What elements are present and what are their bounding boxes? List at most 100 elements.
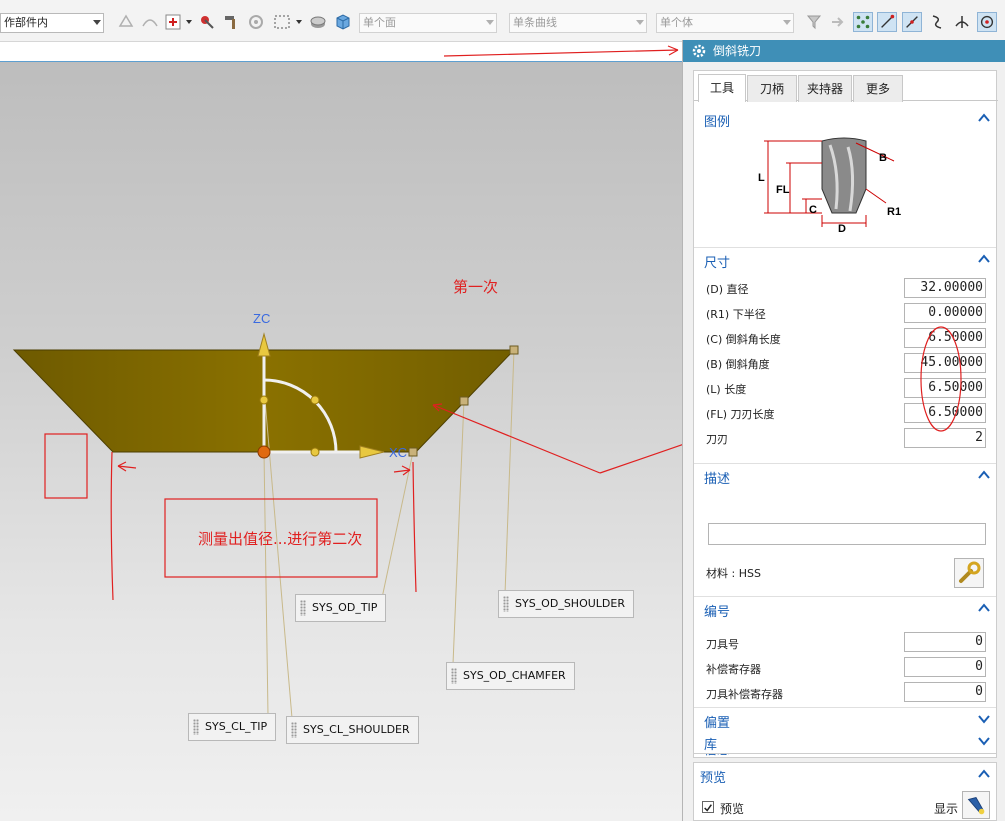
od-tip-point[interactable] xyxy=(408,447,418,457)
hide-body-icon[interactable] xyxy=(308,12,328,32)
drag-grip-icon[interactable] xyxy=(193,719,199,735)
param-diameter-input[interactable]: 32.00000 xyxy=(904,278,986,298)
section-offset-header[interactable]: 偏置 xyxy=(694,707,996,731)
preview-checkbox[interactable] xyxy=(702,801,714,813)
graphics-viewport[interactable]: ZC XC 第一次 测量出值径...进行第二次 SYS_OD_TIP SYS_O… xyxy=(0,42,682,821)
solid-cube-icon[interactable] xyxy=(333,12,353,32)
gear-select-icon[interactable] xyxy=(246,12,266,32)
markup-arrow-to-tool xyxy=(432,404,601,474)
param-lower-radius-input[interactable]: 0.00000 xyxy=(904,303,986,323)
legend-label-r1: R1 xyxy=(887,206,901,218)
cutcom-register-input[interactable]: 0 xyxy=(904,682,986,702)
tag-sys-od-shoulder[interactable]: SYS_OD_SHOULDER xyxy=(498,590,634,618)
chamfer-mill-dialog: 倒斜铣刀 工具 刀柄 夹持器 更多 图例 L FL C D B R1 尺寸 (D… xyxy=(682,40,1005,821)
arc-center-icon[interactable] xyxy=(977,12,997,32)
tag-sys-od-tip[interactable]: SYS_OD_TIP xyxy=(295,594,387,622)
chevron-up-icon[interactable] xyxy=(978,603,990,613)
tool-number-input[interactable]: 0 xyxy=(904,632,986,652)
legend-label-l: L xyxy=(758,172,765,184)
intersection-icon[interactable] xyxy=(952,12,972,32)
rectangle-select-icon[interactable] xyxy=(272,12,292,32)
chevron-down-icon xyxy=(486,20,494,25)
control-point-icon[interactable] xyxy=(927,12,947,32)
face-rule-dropdown[interactable]: 单个面 xyxy=(359,13,497,33)
od-chamfer-point[interactable] xyxy=(459,396,469,406)
chevron-down-icon xyxy=(93,20,101,25)
drag-grip-icon[interactable] xyxy=(300,600,306,616)
tag-sys-od-chamfer[interactable]: SYS_OD_CHAMFER xyxy=(446,662,575,690)
section-legend-header[interactable]: 图例 xyxy=(694,107,996,131)
section-library-header[interactable]: 库 xyxy=(693,730,997,754)
material-select-button[interactable] xyxy=(954,558,984,588)
connect-curve-icon[interactable] xyxy=(140,12,160,32)
annotation-first-pass: 第一次 xyxy=(453,278,499,296)
tag-label: SYS_OD_CHAMFER xyxy=(463,669,566,682)
legend-label-fl: FL xyxy=(776,184,790,196)
tab-holder-system[interactable]: 夹持器 xyxy=(798,75,852,102)
leader-od-chamfer xyxy=(452,399,465,665)
caret-down-icon[interactable] xyxy=(296,20,302,24)
tag-sys-cl-shoulder[interactable]: SYS_CL_SHOULDER xyxy=(286,716,419,744)
dialog-title-bar[interactable]: 倒斜铣刀 xyxy=(683,40,1005,62)
chevron-down-icon[interactable] xyxy=(978,714,990,724)
chevron-up-icon[interactable] xyxy=(978,769,990,779)
drag-grip-icon[interactable] xyxy=(291,722,297,738)
snap-arrow-icon[interactable] xyxy=(116,12,136,32)
point-constructor-icon[interactable] xyxy=(197,12,217,32)
material-label: 材料 : HSS xyxy=(706,567,761,580)
body-rule-value: 单个体 xyxy=(660,16,693,29)
adjust-register-input[interactable]: 0 xyxy=(904,657,986,677)
curve-rule-value: 单条曲线 xyxy=(513,16,557,29)
caret-down-icon[interactable] xyxy=(186,20,192,24)
markup-box-left xyxy=(44,433,88,499)
od-shoulder-point[interactable] xyxy=(509,345,519,355)
leader-od-shoulder xyxy=(504,349,515,595)
hammer-icon[interactable] xyxy=(222,12,242,32)
red-markup xyxy=(44,45,682,601)
tag-label: SYS_CL_SHOULDER xyxy=(303,723,410,736)
flashlight-icon xyxy=(967,797,985,815)
tag-sys-cl-tip[interactable]: SYS_CL_TIP xyxy=(188,713,277,741)
show-preview-button[interactable] xyxy=(962,791,990,819)
midpoint-snap-icon[interactable] xyxy=(902,12,922,32)
chevron-up-icon[interactable] xyxy=(978,254,990,264)
snap-points-icon[interactable] xyxy=(853,12,873,32)
arrow-right-icon[interactable] xyxy=(828,12,848,32)
dialog-body: 工具 刀柄 夹持器 更多 图例 L FL C D B R1 尺寸 (D) 直径 … xyxy=(693,70,998,758)
description-input[interactable] xyxy=(708,523,986,545)
chevron-up-icon[interactable] xyxy=(978,470,990,480)
section-numbering-header[interactable]: 编号 xyxy=(694,596,996,620)
section-dimensions-header[interactable]: 尺寸 xyxy=(694,247,996,271)
leader-od-tip xyxy=(381,451,414,599)
drag-grip-icon[interactable] xyxy=(451,668,457,684)
legend-label-b: B xyxy=(879,152,887,164)
tool-number-label: 刀具号 xyxy=(706,638,739,651)
chevron-down-icon[interactable] xyxy=(978,736,990,746)
tab-holder[interactable]: 刀柄 xyxy=(747,75,797,102)
curve-rule-dropdown[interactable]: 单条曲线 xyxy=(509,13,647,33)
dialog-title: 倒斜铣刀 xyxy=(713,44,762,58)
chevron-up-icon[interactable] xyxy=(978,113,990,123)
checkmark-icon xyxy=(704,804,712,812)
tag-label: SYS_OD_SHOULDER xyxy=(515,597,625,610)
section-description-header[interactable]: 描述 xyxy=(694,463,996,487)
selection-filter-dropdown[interactable]: 作部件内 xyxy=(0,13,104,33)
drag-grip-icon[interactable] xyxy=(503,596,509,612)
add-point-icon[interactable] xyxy=(163,12,183,32)
adjust-register-label: 补偿寄存器 xyxy=(706,663,761,676)
body-rule-dropdown[interactable]: 单个体 xyxy=(656,13,794,33)
section-preview-header[interactable]: 预览 xyxy=(694,763,996,787)
chevron-down-icon xyxy=(636,20,644,25)
tab-tool[interactable]: 工具 xyxy=(698,74,746,102)
section-library-title: 库 xyxy=(704,738,718,753)
endpoint-snap-icon[interactable] xyxy=(877,12,897,32)
wrench-icon xyxy=(959,561,981,583)
dialog-tabs: 工具 刀柄 夹持器 更多 xyxy=(694,73,998,102)
tag-label: SYS_OD_TIP xyxy=(312,601,378,614)
tool-legend-diagram: L FL C D B R1 xyxy=(758,137,901,233)
tab-more[interactable]: 更多 xyxy=(853,75,903,102)
section-legend-title: 图例 xyxy=(704,115,731,130)
param-length-label: (L) 长度 xyxy=(706,383,747,396)
filter-icon[interactable] xyxy=(804,12,824,32)
section-offset-title: 偏置 xyxy=(704,716,731,731)
